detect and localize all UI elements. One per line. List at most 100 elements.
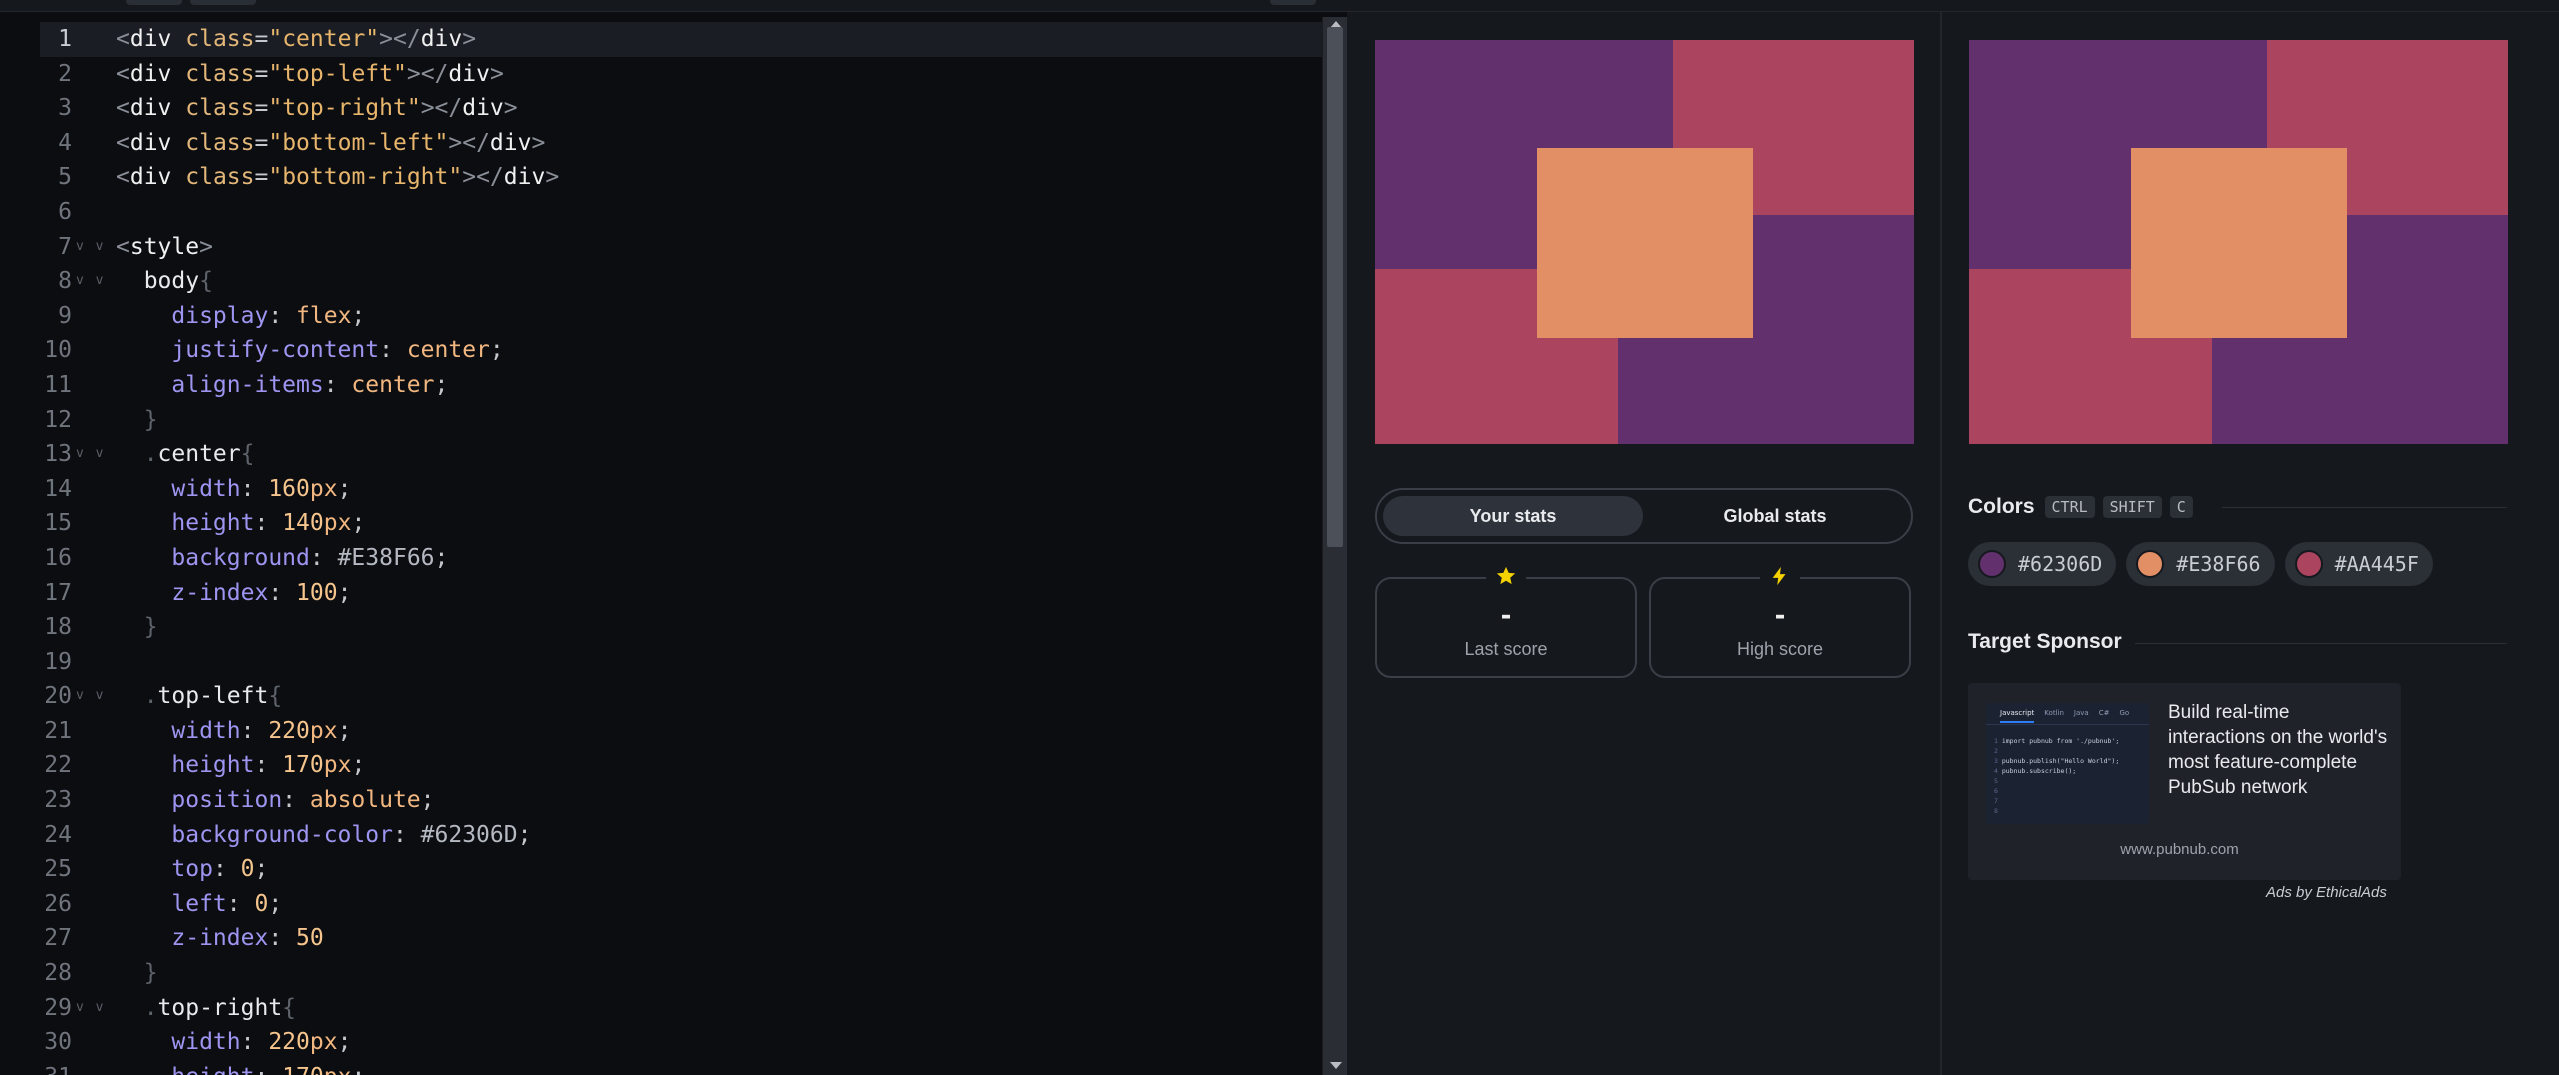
code-line[interactable]: 31 height: 170px;: [40, 1060, 1322, 1075]
shortcut-key-shift: SHIFT: [2102, 496, 2162, 518]
code-line[interactable]: 6: [40, 195, 1322, 230]
code-line[interactable]: 8v v body{: [40, 264, 1322, 299]
tab-your-stats[interactable]: Your stats: [1383, 496, 1643, 536]
fold-chevron-icon[interactable]: v v: [76, 991, 105, 1026]
ad-text[interactable]: Build real-time interactions on the worl…: [2168, 700, 2388, 800]
code-token: :: [323, 371, 352, 398]
code-line[interactable]: 20 v v .top-left{: [40, 679, 1322, 714]
code-token: div: [129, 95, 186, 122]
code-line[interactable]: 30 width: 220px;: [40, 1025, 1322, 1060]
code-line[interactable]: 16 background: #E38F66;: [40, 541, 1322, 576]
code-line[interactable]: 17 z-index: 100;: [40, 576, 1322, 611]
code-line[interactable]: 25 top: 0;: [40, 852, 1322, 887]
code-line[interactable]: 3 <div class="top-right"></div>: [40, 91, 1322, 126]
code-token: ;: [351, 752, 366, 779]
code-line[interactable]: 9 display: flex;: [40, 299, 1322, 334]
code-text: width: 220px;: [116, 714, 351, 749]
target-preview[interactable]: [1969, 40, 2508, 444]
code-token: height: [116, 510, 255, 537]
line-number: 24: [44, 821, 72, 848]
colors-divider: [2222, 507, 2507, 508]
code-line[interactable]: 21 width: 220px;: [40, 714, 1322, 749]
code-line[interactable]: 5 <div class="bottom-right"></div>: [40, 160, 1322, 195]
scroll-down-icon[interactable]: [1330, 1062, 1342, 1069]
line-number: 30: [44, 1029, 72, 1056]
code-text: <style>: [116, 230, 213, 265]
ads-by-link[interactable]: Ads by EthicalAds: [2266, 884, 2387, 901]
code-editor[interactable]: 1 <div class="center"></div> 2 <div class="…: [40, 22, 1322, 1075]
sponsor-title: Target Sponsor: [1968, 630, 2122, 653]
code-token: ></: [448, 129, 490, 156]
code-token: center: [351, 371, 435, 398]
fold-chevron-icon[interactable]: v v: [76, 437, 105, 472]
code-token: {: [268, 683, 283, 710]
code-line[interactable]: 22 height: 170px;: [40, 748, 1322, 783]
code-line[interactable]: 27 z-index: 50: [40, 921, 1322, 956]
code-line[interactable]: 10 justify-content: center;: [40, 333, 1322, 368]
code-line[interactable]: 15 height: 140px;: [40, 506, 1322, 541]
code-token: =: [254, 26, 269, 52]
code-text: }: [116, 956, 158, 991]
code-token: ></: [379, 26, 421, 52]
color-swatch[interactable]: #62306D: [1968, 542, 2117, 586]
code-line[interactable]: 11 align-items: center;: [40, 368, 1322, 403]
ad-image[interactable]: Javascript Kotlin Java C# Go 1 import pu…: [1986, 703, 2149, 824]
code-line[interactable]: 23 position: absolute;: [40, 783, 1322, 818]
code-line[interactable]: 2 <div class="top-left"></div>: [40, 57, 1322, 92]
tab-global-stats[interactable]: Global stats: [1645, 496, 1905, 536]
line-number: 19: [44, 648, 72, 675]
target-center-block: [2131, 148, 2347, 338]
code-token: 220: [268, 717, 310, 744]
code-token: ;: [434, 544, 449, 571]
code-line[interactable]: 7v v <style>: [40, 230, 1322, 265]
code-token: :: [240, 717, 269, 744]
code-token: ></: [420, 95, 463, 122]
color-swatch[interactable]: #E38F66: [2126, 542, 2275, 586]
line-number: 9: [58, 302, 72, 329]
code-line[interactable]: 29 v v .top-right{: [40, 991, 1322, 1026]
code-line[interactable]: 19: [40, 645, 1322, 680]
code-token: "top-left": [268, 60, 407, 87]
code-line[interactable]: 1 <div class="center"></div>: [40, 22, 1322, 57]
code-token: ;: [337, 579, 352, 606]
ad-url[interactable]: www.pubnub.com: [1968, 841, 2391, 858]
scrollbar-thumb[interactable]: [1327, 27, 1343, 547]
code-line[interactable]: 13 v v .center{: [40, 437, 1322, 472]
code-text: z-index: 50: [116, 921, 323, 956]
code-line[interactable]: 4 <div class="bottom-left"></div>: [40, 126, 1322, 161]
editor-scrollbar[interactable]: [1322, 17, 1347, 1075]
code-line[interactable]: 28 }: [40, 956, 1322, 991]
fold-chevron-icon[interactable]: v v: [76, 230, 105, 265]
fold-chevron-icon[interactable]: v v: [76, 264, 105, 299]
code-token: >: [489, 60, 504, 87]
line-number: 4: [58, 129, 72, 156]
code-token: width: [116, 475, 241, 502]
line-number: 3: [58, 95, 72, 122]
code-token: top-right: [157, 994, 283, 1021]
code-line[interactable]: 18 }: [40, 610, 1322, 645]
code-token: >: [199, 233, 213, 260]
line-number: 31: [40, 1060, 72, 1075]
code-line[interactable]: 12 }: [40, 403, 1322, 438]
code-token: px: [309, 475, 338, 502]
sponsor-ad[interactable]: Javascript Kotlin Java C# Go 1 import pu…: [1968, 683, 2401, 880]
code-token: =: [254, 95, 269, 122]
code-token: ;: [420, 787, 435, 814]
code-line[interactable]: 24 background-color: #62306D;: [40, 818, 1322, 853]
code-text: height: 170px;: [116, 1060, 365, 1075]
line-number: 16: [44, 544, 72, 571]
code-token: div: [448, 60, 490, 87]
code-token: :: [309, 544, 338, 571]
ad-image-code-line: 4 pubnub.subscribe();: [1994, 767, 2077, 775]
code-line[interactable]: 14 width: 160px;: [40, 472, 1322, 507]
ad-image-tab: Java: [2073, 709, 2089, 717]
code-token: ;: [434, 371, 449, 398]
toolbar-button-stub[interactable]: [190, 0, 256, 5]
code-token: 0: [240, 856, 255, 883]
fold-chevron-icon[interactable]: v v: [76, 679, 105, 714]
output-preview[interactable]: [1375, 40, 1914, 444]
color-swatch[interactable]: #AA445F: [2284, 542, 2433, 586]
toolbar-button-stub[interactable]: [1270, 0, 1316, 5]
toolbar-button-stub[interactable]: [126, 0, 182, 5]
code-line[interactable]: 26 left: 0;: [40, 887, 1322, 922]
